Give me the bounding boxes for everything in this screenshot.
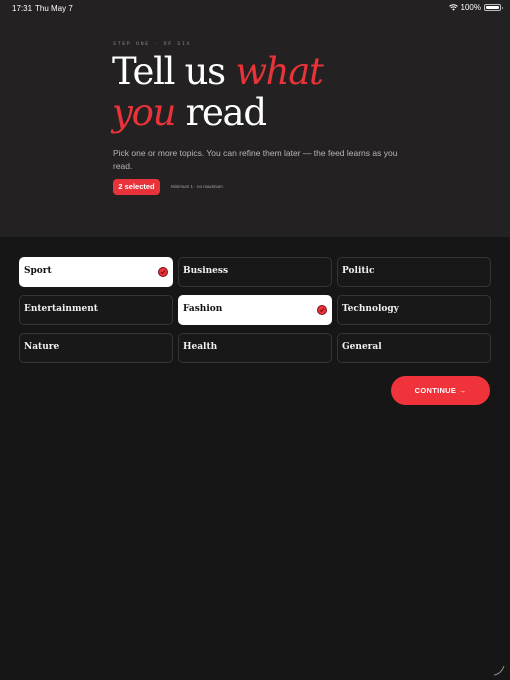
selection-constraint-note: Minimum 1 · no maximum [171, 184, 223, 189]
check-icon [158, 267, 168, 277]
status-time: 17:31 [12, 4, 33, 13]
topic-label: General [342, 342, 382, 352]
topic-card-selected[interactable]: Fashion [178, 295, 332, 325]
check-icon [317, 305, 327, 315]
battery-icon [484, 4, 503, 11]
headline-accent-2: you [112, 91, 176, 134]
topic-label: Sport [24, 266, 52, 276]
headline-text-2: read [175, 91, 267, 134]
topic-card[interactable]: Entertainment [19, 295, 173, 325]
topic-label: Technology [342, 304, 399, 314]
topic-label: Politic [342, 266, 375, 276]
subtitle: Pick one or more topics. You can refine … [113, 148, 398, 171]
header-panel: 17:31 Thu May 7 100% STEP ONE · OF SIX T… [0, 0, 510, 237]
status-indicators: 100% [448, 3, 503, 12]
status-date: Thu May 7 [35, 4, 73, 13]
headline-text-1: Tell us [112, 50, 236, 93]
resize-handle-icon [493, 665, 505, 676]
topic-card[interactable]: Politic [337, 257, 491, 287]
wifi-icon [448, 4, 458, 11]
headline-accent-1: what [235, 50, 324, 93]
status-bar: 17:31 Thu May 7 100% [0, 0, 510, 16]
topic-label: Health [183, 342, 218, 352]
topic-label: Nature [24, 342, 60, 352]
step-label: STEP ONE · OF SIX [113, 41, 192, 47]
topic-card[interactable]: Health [178, 333, 332, 363]
page-title: Tell us what you read [112, 51, 432, 133]
topic-card[interactable]: Nature [19, 333, 173, 363]
continue-button[interactable]: CONTINUE → [391, 376, 490, 405]
selected-count-badge: 2 selected [113, 179, 160, 195]
battery-percentage: 100% [460, 3, 481, 12]
topic-label: Fashion [183, 304, 223, 314]
topic-card[interactable]: General [337, 333, 491, 363]
onboarding-screen: 17:31 Thu May 7 100% STEP ONE · OF SIX T… [0, 0, 510, 680]
topic-label: Business [183, 266, 229, 276]
topic-card[interactable]: Business [178, 257, 332, 287]
topic-card[interactable]: Technology [337, 295, 491, 325]
topic-label: Entertainment [24, 304, 98, 314]
topic-card-selected[interactable]: Sport [19, 257, 173, 287]
topics-grid: Sport Business Politic Entertainment Fas… [19, 257, 491, 363]
